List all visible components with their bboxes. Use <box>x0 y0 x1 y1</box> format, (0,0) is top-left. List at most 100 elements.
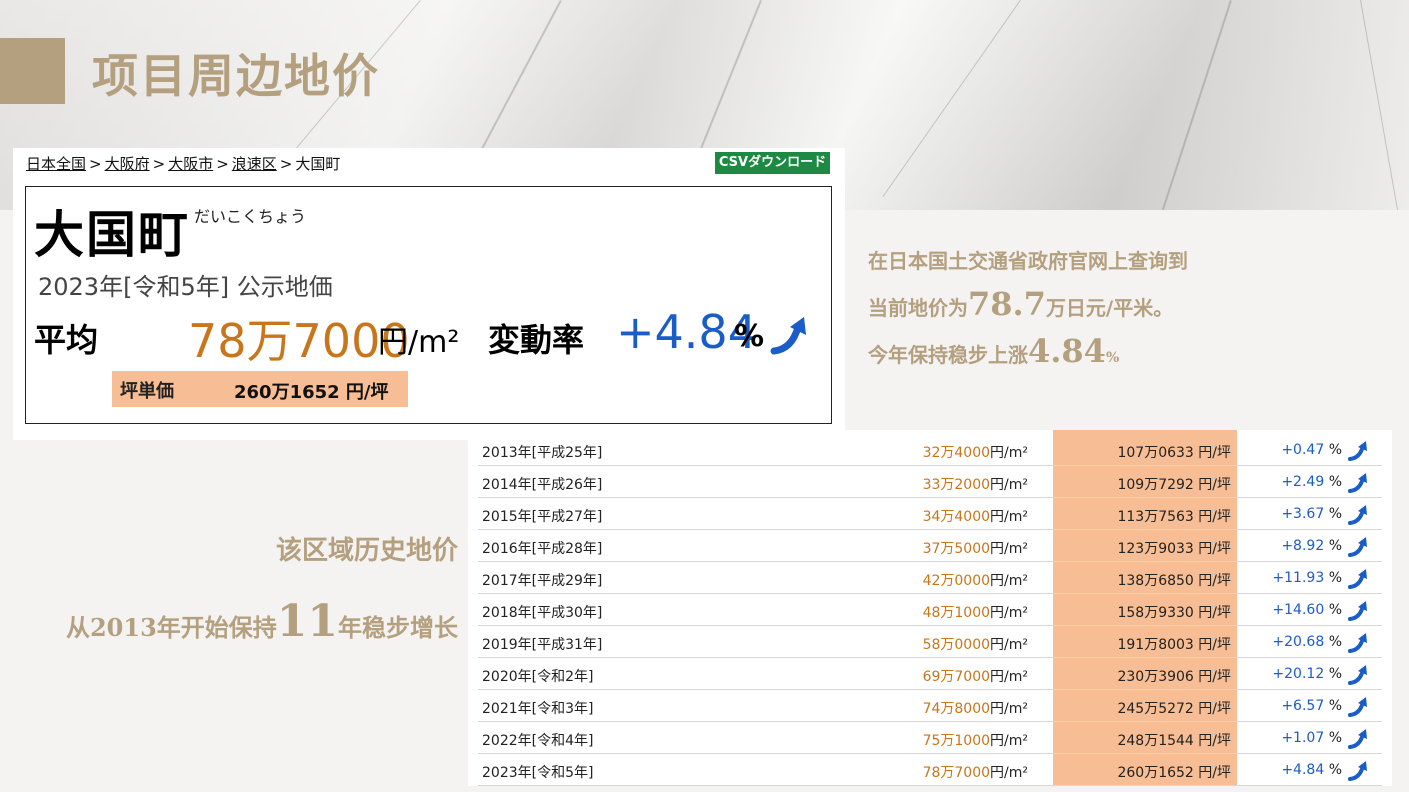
row-tsubo-price: 260万1652 円/坪 <box>1117 765 1231 781</box>
breadcrumb-separator: > <box>279 155 293 173</box>
breadcrumb-link-japan[interactable]: 日本全国 <box>26 155 86 173</box>
row-year: 2015年[平成27年] <box>482 509 603 525</box>
average-label: 平均 <box>34 321 99 359</box>
breadcrumb-link-naniwa[interactable]: 浪速区 <box>232 155 277 173</box>
average-unit: 円/m² <box>378 325 460 360</box>
breadcrumb-separator: > <box>152 155 166 173</box>
page-title: 项目周边地价 <box>92 49 380 103</box>
row-rate: +1.07 % <box>1281 730 1342 746</box>
up-arrow-icon <box>1348 665 1367 685</box>
row-tsubo-price: 191万8003 円/坪 <box>1117 637 1231 653</box>
tsubo-value: 260万1652 円/坪 <box>234 382 389 403</box>
row-year: 2020年[令和2年] <box>482 669 594 685</box>
table-row: 2021年[令和3年] 74万8000円/m² 245万5272 円/坪 +6.57 … <box>478 690 1382 722</box>
row-tsubo-price: 123万9033 円/坪 <box>1117 541 1231 557</box>
row-price: 48万1000円/m² <box>922 605 1028 621</box>
row-price: 37万5000円/m² <box>922 541 1028 557</box>
table-row: 2022年[令和4年] 75万1000円/m² 248万1544 円/坪 +1.07 … <box>478 722 1382 754</box>
row-rate: +20.68 % <box>1272 634 1342 650</box>
row-year: 2016年[平成28年] <box>482 541 603 557</box>
price-history-table: 2013年[平成25年] 32万4000円/m² 107万0633 円/坪 +0.47… <box>468 430 1392 786</box>
tsubo-price-box: 坪単価 260万1652 円/坪 <box>112 371 408 407</box>
breadcrumb: 日本全国 > 大阪府 > 大阪市 > 浪速区 > 大国町 <box>26 153 340 174</box>
row-tsubo-price: 230万3906 円/坪 <box>1117 669 1231 685</box>
table-row: 2014年[平成26年] 33万2000円/m² 109万7292 円/坪 +2.49… <box>478 466 1382 498</box>
current-price-note: 在日本国土交通省政府官网上查询到 当前地价为78.7万日元/平米。 今年保持稳步… <box>868 240 1288 380</box>
up-arrow-icon <box>1348 633 1367 653</box>
row-price: 33万2000円/m² <box>922 477 1028 493</box>
row-price: 78万7000円/m² <box>922 765 1028 781</box>
table-row: 2023年[令和5年] 78万7000円/m² 260万1652 円/坪 +4.84 … <box>478 754 1382 786</box>
up-arrow-icon <box>1348 569 1367 589</box>
note-line-1: 在日本国土交通省政府官网上查询到 <box>868 249 1188 273</box>
row-tsubo-price: 109万7292 円/坪 <box>1117 477 1231 493</box>
tsubo-label: 坪単価 <box>120 381 174 402</box>
row-rate: +0.47 % <box>1281 442 1342 458</box>
row-rate: +20.12 % <box>1272 666 1342 682</box>
year-label: 2023年[令和5年] 公示地価 <box>38 273 333 301</box>
note-line-2: 当前地价为78.7万日元/平米。 <box>868 285 1174 323</box>
row-tsubo-price: 158万9330 円/坪 <box>1117 605 1231 621</box>
row-tsubo-price: 245万5272 円/坪 <box>1117 701 1231 717</box>
row-rate: +8.92 % <box>1281 538 1342 554</box>
row-rate: +4.84 % <box>1281 762 1342 778</box>
rate-percent-unit: % <box>734 319 765 354</box>
table-row: 2016年[平成28年] 37万5000円/m² 123万9033 円/坪 +8.92… <box>478 530 1382 562</box>
up-arrow-icon <box>1348 537 1367 557</box>
up-arrow-icon <box>1348 441 1367 461</box>
csv-download-button[interactable]: CSVダウンロード <box>715 152 830 174</box>
up-arrow-icon <box>1348 601 1367 621</box>
town-name: 大国町 <box>34 206 190 264</box>
table-row: 2019年[平成31年] 58万0000円/m² 191万8003 円/坪 +20.6… <box>478 626 1382 658</box>
row-price: 74万8000円/m² <box>922 701 1028 717</box>
row-rate: +11.93 % <box>1272 570 1342 586</box>
row-year: 2013年[平成25年] <box>482 445 603 461</box>
up-arrow-icon <box>1348 473 1367 493</box>
rate-label: 変動率 <box>488 321 585 359</box>
up-arrow-icon <box>1348 761 1367 781</box>
average-price: 78万7000 <box>188 314 410 368</box>
up-arrow-icon <box>1348 697 1367 717</box>
breadcrumb-separator: > <box>216 155 229 173</box>
row-price: 75万1000円/m² <box>922 733 1028 749</box>
up-arrow-icon <box>1348 505 1367 525</box>
row-price: 58万0000円/m² <box>922 637 1028 653</box>
up-arrow-icon <box>770 317 806 355</box>
row-year: 2018年[平成30年] <box>482 605 603 621</box>
row-price: 34万4000円/m² <box>922 509 1028 525</box>
row-rate: +14.60 % <box>1272 602 1342 618</box>
table-row: 2015年[平成27年] 34万4000円/m² 113万7563 円/坪 +3.67… <box>478 498 1382 530</box>
breadcrumb-link-osaka-pref[interactable]: 大阪府 <box>105 155 150 173</box>
title-accent-block <box>0 38 65 104</box>
row-rate: +6.57 % <box>1281 698 1342 714</box>
table-row: 2018年[平成30年] 48万1000円/m² 158万9330 円/坪 +14.6… <box>478 594 1382 626</box>
row-tsubo-price: 113万7563 円/坪 <box>1117 509 1231 525</box>
row-year: 2023年[令和5年] <box>482 765 594 781</box>
row-price: 69万7000円/m² <box>922 669 1028 685</box>
row-tsubo-price: 248万1544 円/坪 <box>1117 733 1231 749</box>
row-year: 2021年[令和3年] <box>482 701 594 717</box>
price-summary-box: 大国町 だいこくちょう 2023年[令和5年] 公示地価 平均 78万7000 … <box>25 186 832 424</box>
up-arrow-icon <box>1348 729 1367 749</box>
row-tsubo-price: 138万6850 円/坪 <box>1117 573 1231 589</box>
row-year: 2017年[平成29年] <box>482 573 603 589</box>
breadcrumb-current: 大国町 <box>295 155 341 173</box>
history-summary: 从2013年开始保持11年稳步增长 <box>65 596 458 647</box>
row-year: 2019年[平成31年] <box>482 637 603 653</box>
table-row: 2017年[平成29年] 42万0000円/m² 138万6850 円/坪 +11.9… <box>478 562 1382 594</box>
row-rate: +2.49 % <box>1281 474 1342 490</box>
town-kana: だいこくちょう <box>194 207 307 226</box>
breadcrumb-separator: > <box>89 155 102 173</box>
note-line-3: 今年保持稳步上涨4.84% <box>868 332 1120 370</box>
breadcrumb-link-osaka-city[interactable]: 大阪市 <box>168 155 213 173</box>
row-tsubo-price: 107万0633 円/坪 <box>1117 445 1231 461</box>
table-row: 2013年[平成25年] 32万4000円/m² 107万0633 円/坪 +0.47… <box>478 434 1382 466</box>
row-year: 2022年[令和4年] <box>482 733 594 749</box>
row-price: 32万4000円/m² <box>922 445 1028 461</box>
table-row: 2020年[令和2年] 69万7000円/m² 230万3906 円/坪 +20.12… <box>478 658 1382 690</box>
row-rate: +3.67 % <box>1281 506 1342 522</box>
row-price: 42万0000円/m² <box>922 573 1028 589</box>
history-heading: 该区域历史地价 <box>275 536 458 566</box>
land-price-card: 日本全国 > 大阪府 > 大阪市 > 浪速区 > 大国町 CSVダウンロード 大国町 だいこくち… <box>13 148 845 440</box>
row-year: 2014年[平成26年] <box>482 477 603 493</box>
